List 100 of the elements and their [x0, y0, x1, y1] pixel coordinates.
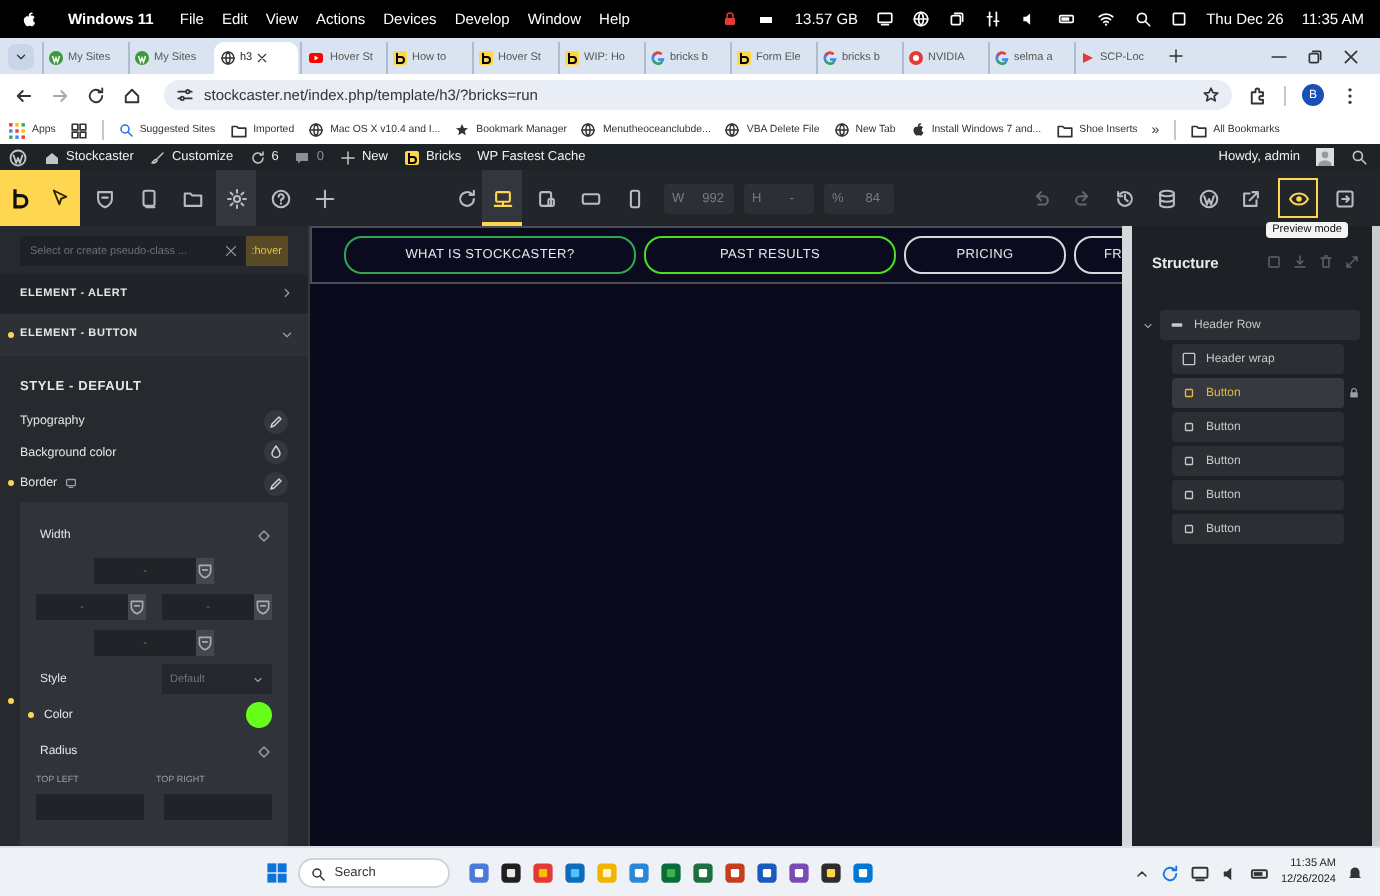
- sync-icon[interactable]: [1160, 863, 1181, 883]
- tab-groups-icon[interactable]: [69, 121, 88, 139]
- pencil-icon: [268, 475, 284, 491]
- modified-dot: [8, 331, 14, 338]
- tab-search-button[interactable]: [8, 43, 34, 69]
- favicon-icon: [908, 50, 924, 66]
- wifi-icon[interactable]: [1096, 10, 1117, 28]
- app-icon[interactable]: [820, 862, 843, 884]
- bookmark-icon: [1055, 121, 1074, 139]
- property-edit-button[interactable]: [264, 471, 288, 495]
- breakpoint-button[interactable]: [482, 170, 522, 226]
- preview-button[interactable]: [1278, 178, 1318, 218]
- property-edit-button[interactable]: [264, 440, 288, 465]
- wordpress-icon[interactable]: [1198, 187, 1220, 209]
- app-icon[interactable]: [500, 862, 523, 884]
- row-icon: [1170, 318, 1184, 332]
- site-info-icon[interactable]: [176, 86, 194, 104]
- link-corners-icon[interactable]: [256, 743, 272, 760]
- pencil-icon: [268, 413, 284, 430]
- home-icon[interactable]: [122, 85, 142, 105]
- scrollbar[interactable]: [1122, 226, 1132, 846]
- expand-icon[interactable]: [1344, 254, 1360, 270]
- favicon-icon: [220, 50, 236, 66]
- search-icon[interactable]: [1134, 10, 1153, 28]
- square-icon: [1182, 386, 1196, 400]
- display-icon[interactable]: [876, 10, 895, 28]
- close-icon[interactable]: [256, 52, 269, 64]
- back-icon[interactable]: [14, 85, 34, 105]
- reload-icon[interactable]: [86, 85, 106, 105]
- desktop-icon: [491, 187, 513, 209]
- plus-icon: [313, 187, 335, 209]
- help-icon: [269, 187, 291, 209]
- exit-builder-icon[interactable]: [1334, 187, 1356, 209]
- lock-icon[interactable]: [722, 10, 739, 28]
- eye-icon: [1287, 187, 1309, 209]
- external-link-icon[interactable]: [1240, 187, 1262, 209]
- house-icon: [44, 149, 60, 165]
- network-icon[interactable]: [1190, 863, 1211, 883]
- app-icon[interactable]: [692, 862, 715, 884]
- unit-icon[interactable]: [196, 558, 214, 585]
- pointer-icon[interactable]: [50, 188, 70, 208]
- bookmark-icon: [580, 122, 597, 138]
- redo-icon[interactable]: [1072, 187, 1094, 209]
- extensions-icon[interactable]: [1248, 85, 1268, 105]
- favicon-icon: [392, 50, 408, 66]
- restore-icon[interactable]: [1306, 47, 1324, 65]
- reload-icon[interactable]: [456, 187, 478, 209]
- favicon-icon: [994, 50, 1010, 66]
- trash-icon[interactable]: [1318, 254, 1334, 270]
- apple-icon[interactable]: [20, 9, 38, 29]
- bookmark-icon: [724, 122, 741, 138]
- database-icon[interactable]: [1156, 187, 1178, 209]
- square-icon: [1182, 454, 1196, 468]
- download-icon[interactable]: [1292, 254, 1308, 270]
- close-icon[interactable]: [1342, 47, 1360, 65]
- unit-icon[interactable]: [254, 594, 272, 621]
- drop-icon: [268, 444, 284, 461]
- globe-icon[interactable]: [912, 10, 931, 28]
- square-icon: [1182, 522, 1196, 536]
- link-sides-icon[interactable]: [256, 527, 272, 544]
- folder-icon: [181, 187, 203, 209]
- lock-icon[interactable]: [1348, 386, 1360, 400]
- windows-start-icon[interactable]: [266, 862, 289, 884]
- memory-icon: [756, 11, 777, 27]
- sliders-icon[interactable]: [984, 10, 1003, 28]
- page-icon: [137, 187, 159, 209]
- app-icon[interactable]: [788, 862, 811, 884]
- settings-icon: [225, 187, 247, 209]
- toolbar-settings-button[interactable]: [216, 170, 256, 226]
- clear-icon[interactable]: [223, 244, 238, 258]
- modified-dot: [8, 698, 14, 704]
- bookmark-star-icon[interactable]: [1202, 86, 1220, 104]
- bookmark-icon: [833, 122, 850, 138]
- bookmark-icon: [308, 122, 325, 138]
- window-icon[interactable]: [948, 10, 967, 28]
- unit-icon[interactable]: [128, 594, 146, 621]
- notifications-icon[interactable]: [1346, 864, 1364, 882]
- undo-icon[interactable]: [1030, 187, 1052, 209]
- favicon-icon: [306, 50, 326, 66]
- bricks-logo-icon[interactable]: [10, 186, 30, 210]
- control-center-icon[interactable]: [1170, 10, 1189, 28]
- wordpress-logo-icon[interactable]: [8, 147, 28, 167]
- search-icon[interactable]: [1350, 148, 1368, 166]
- color-swatch[interactable]: [246, 702, 272, 729]
- chevron-down-icon[interactable]: [1142, 319, 1154, 331]
- new-tab-icon[interactable]: [1168, 48, 1184, 64]
- bookmark-icon: [909, 122, 926, 138]
- battery-icon[interactable]: [1056, 10, 1079, 28]
- app-icon[interactable]: [756, 862, 779, 884]
- unit-icon[interactable]: [196, 630, 214, 657]
- favicon-icon: [478, 50, 494, 66]
- landscape-device-icon: [579, 187, 601, 209]
- bricks-logo-icon: [403, 149, 420, 165]
- bookmark-icon: [117, 122, 134, 138]
- chevron-up-icon[interactable]: [1134, 865, 1151, 881]
- bookmark-icon[interactable]: [8, 121, 26, 139]
- battery-icon[interactable]: [1250, 863, 1271, 883]
- property-edit-button[interactable]: [264, 409, 288, 434]
- history-icon[interactable]: [1114, 187, 1136, 209]
- chevron-right-icon: [280, 286, 294, 301]
